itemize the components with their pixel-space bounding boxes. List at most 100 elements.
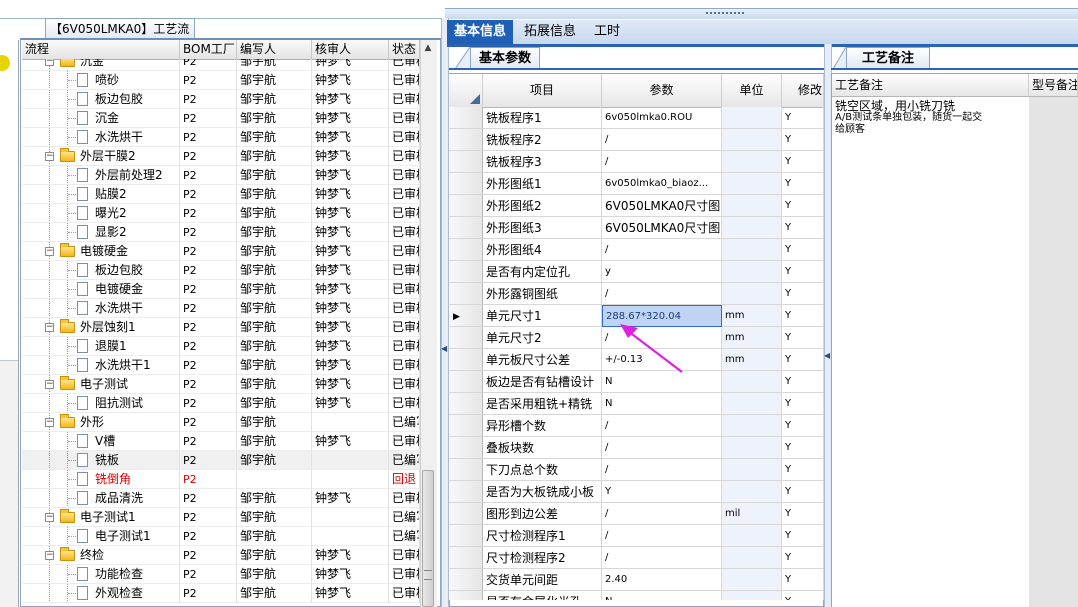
- param-cell-modify[interactable]: Y: [782, 327, 824, 349]
- collapse-left-arrow-icon[interactable]: ◀: [441, 344, 447, 353]
- tree-folder-row[interactable]: − 沉金 P2邹宇航钟梦飞已审核: [22, 59, 420, 71]
- tree-header-status[interactable]: 状态: [389, 40, 420, 59]
- collapse-right-arrow-icon[interactable]: ◀: [824, 351, 830, 360]
- tree-row[interactable]: 电子测试1 P2邹宇航 已编写: [22, 527, 420, 546]
- param-row[interactable]: 铣板程序2/ Y: [449, 129, 824, 151]
- tree-folder-row[interactable]: − 电子测试1 P2邹宇航 已编写: [22, 508, 420, 527]
- param-row-header[interactable]: [449, 393, 483, 415]
- collapse-icon[interactable]: −: [45, 551, 54, 560]
- param-cell-modify[interactable]: Y: [782, 239, 824, 261]
- param-cell-modify[interactable]: Y: [782, 437, 824, 459]
- param-cell-value[interactable]: 6V050LMKA0尺寸图: [602, 195, 722, 217]
- model-notes-cell[interactable]: [1029, 97, 1078, 607]
- tree-row[interactable]: 铣板 P2邹宇航 已编写: [22, 451, 420, 470]
- param-cell-value[interactable]: /: [602, 129, 722, 151]
- param-row-header[interactable]: [449, 437, 483, 459]
- param-cell-modify[interactable]: Y: [782, 173, 824, 195]
- param-cell-value[interactable]: N: [602, 591, 722, 600]
- notes-header-model[interactable]: 型号备注: [1029, 74, 1078, 96]
- tree-folder-row[interactable]: − 外形 P2邹宇航 已编写: [22, 413, 420, 432]
- tree-row[interactable]: 退膜1 P2邹宇航钟梦飞已审核: [22, 337, 420, 356]
- tree-folder-row[interactable]: − 终检 P2邹宇航钟梦飞已审核: [22, 546, 420, 565]
- collapse-icon[interactable]: −: [45, 152, 54, 161]
- param-cell-modify[interactable]: Y: [782, 371, 824, 393]
- tree-row[interactable]: 外观检查 P2邹宇航钟梦飞已审核: [22, 584, 420, 603]
- panel-splitter-left[interactable]: ◀: [441, 18, 449, 607]
- tree-row[interactable]: 外层前处理2 P2邹宇航钟梦飞已审核: [22, 166, 420, 185]
- param-cell-value[interactable]: /: [602, 459, 722, 481]
- param-cell-value[interactable]: /: [602, 547, 722, 569]
- param-cell-modify[interactable]: Y: [782, 283, 824, 305]
- param-row[interactable]: 是否采用粗铣+精铣 N Y: [449, 393, 824, 415]
- tree-row[interactable]: 板边包胶 P2邹宇航钟梦飞已审核: [22, 90, 420, 109]
- param-row-header[interactable]: [449, 415, 483, 437]
- tree-folder-row[interactable]: − 电子测试 P2邹宇航钟梦飞已审核: [22, 375, 420, 394]
- param-cell-modify[interactable]: Y: [782, 195, 824, 217]
- tree-folder-row[interactable]: − 电镀硬金 P2邹宇航钟梦飞已审核: [22, 242, 420, 261]
- param-header-item[interactable]: 项目: [483, 74, 602, 107]
- param-row-header[interactable]: [449, 195, 483, 217]
- param-cell-modify[interactable]: Y: [782, 151, 824, 173]
- param-row[interactable]: 外形图纸1 6v050lmka0_biaoz... Y: [449, 173, 824, 195]
- tree-row[interactable]: 电镀硬金 P2邹宇航钟梦飞已审核: [22, 280, 420, 299]
- param-row-header[interactable]: [449, 591, 483, 600]
- tree-folder-row[interactable]: − 外层蚀刻1 P2邹宇航钟梦飞已审核: [22, 318, 420, 337]
- param-cell-value[interactable]: /: [602, 525, 722, 547]
- param-row[interactable]: 尺寸检测程序2/ Y: [449, 547, 824, 569]
- param-cell-modify[interactable]: Y: [782, 305, 824, 327]
- tree-row[interactable]: 铣倒角 P2 回退: [22, 470, 420, 489]
- param-cell-value[interactable]: /: [602, 415, 722, 437]
- param-row[interactable]: 叠板块数 / Y: [449, 437, 824, 459]
- param-cell-modify[interactable]: Y: [782, 591, 824, 600]
- param-header-unit[interactable]: 单位: [722, 74, 782, 107]
- param-row[interactable]: 是否有金属化半孔N Y: [449, 591, 824, 600]
- tab-work-hours[interactable]: 工时: [587, 20, 627, 44]
- param-row-header[interactable]: [449, 371, 483, 393]
- tree-row[interactable]: 显影2 P2邹宇航钟梦飞已审核: [22, 223, 420, 242]
- param-row[interactable]: 图形到边公差 / mil Y: [449, 503, 824, 525]
- tree-row[interactable]: 水洗烘干 P2邹宇航钟梦飞已审核: [22, 299, 420, 318]
- param-row-header[interactable]: [449, 283, 483, 305]
- tree-row[interactable]: 功能检查 P2邹宇航钟梦飞已审核: [22, 565, 420, 584]
- process-notes-cell[interactable]: [832, 97, 1030, 607]
- param-cell-value[interactable]: /: [602, 239, 722, 261]
- param-cell-modify[interactable]: Y: [782, 129, 824, 151]
- param-row-header[interactable]: [449, 503, 483, 525]
- tree-row[interactable]: 板边包胶 P2邹宇航钟梦飞已审核: [22, 261, 420, 280]
- param-row[interactable]: 下刀点总个数 / Y: [449, 459, 824, 481]
- param-row-header[interactable]: [449, 239, 483, 261]
- tree-scrollbar-thumb[interactable]: [422, 470, 434, 607]
- param-row-header[interactable]: [449, 569, 483, 591]
- param-row[interactable]: 交货单元间距 2.40 Y: [449, 569, 824, 591]
- tree-row[interactable]: 曝光2 P2邹宇航钟梦飞已审核: [22, 204, 420, 223]
- param-row[interactable]: 是否为大板铣成小板 Y Y: [449, 481, 824, 503]
- tab-extended-info[interactable]: 拓展信息: [517, 20, 583, 44]
- param-cell-modify[interactable]: Y: [782, 217, 824, 239]
- param-cell-modify[interactable]: Y: [782, 261, 824, 283]
- param-cell-value[interactable]: y: [602, 261, 722, 283]
- notes-header-process[interactable]: 工艺备注: [832, 74, 1029, 96]
- param-row-header[interactable]: [449, 349, 483, 371]
- row-header-corner[interactable]: [449, 74, 483, 107]
- tree-row[interactable]: 成品清洗 P2邹宇航钟梦飞已审核: [22, 489, 420, 508]
- param-cell-modify[interactable]: Y: [782, 415, 824, 437]
- param-cell-value[interactable]: 6v050lmka0_biaoz...: [602, 173, 722, 195]
- param-row-header[interactable]: [449, 481, 483, 503]
- param-cell-modify[interactable]: Y: [782, 393, 824, 415]
- param-row[interactable]: 铣板程序3/ Y: [449, 151, 824, 173]
- param-cell-modify[interactable]: Y: [782, 481, 824, 503]
- param-row[interactable]: 外形图纸4/ Y: [449, 239, 824, 261]
- tab-basic-params[interactable]: 基本参数: [470, 47, 540, 69]
- tree-row[interactable]: 贴膜2 P2邹宇航钟梦飞已审核: [22, 185, 420, 204]
- param-cell-value[interactable]: /: [602, 437, 722, 459]
- param-row[interactable]: 尺寸检测程序1/ Y: [449, 525, 824, 547]
- tree-row[interactable]: 水洗烘干1 P2邹宇航钟梦飞已审核: [22, 356, 420, 375]
- param-row-header[interactable]: [449, 217, 483, 239]
- tree-row[interactable]: 阻抗测试 P2邹宇航钟梦飞已审核: [22, 394, 420, 413]
- param-row-header[interactable]: [449, 107, 483, 129]
- param-cell-modify[interactable]: Y: [782, 107, 824, 129]
- param-cell-modify[interactable]: Y: [782, 503, 824, 525]
- param-cell-modify[interactable]: Y: [782, 525, 824, 547]
- collapse-icon[interactable]: −: [45, 418, 54, 427]
- collapse-icon[interactable]: −: [45, 59, 54, 66]
